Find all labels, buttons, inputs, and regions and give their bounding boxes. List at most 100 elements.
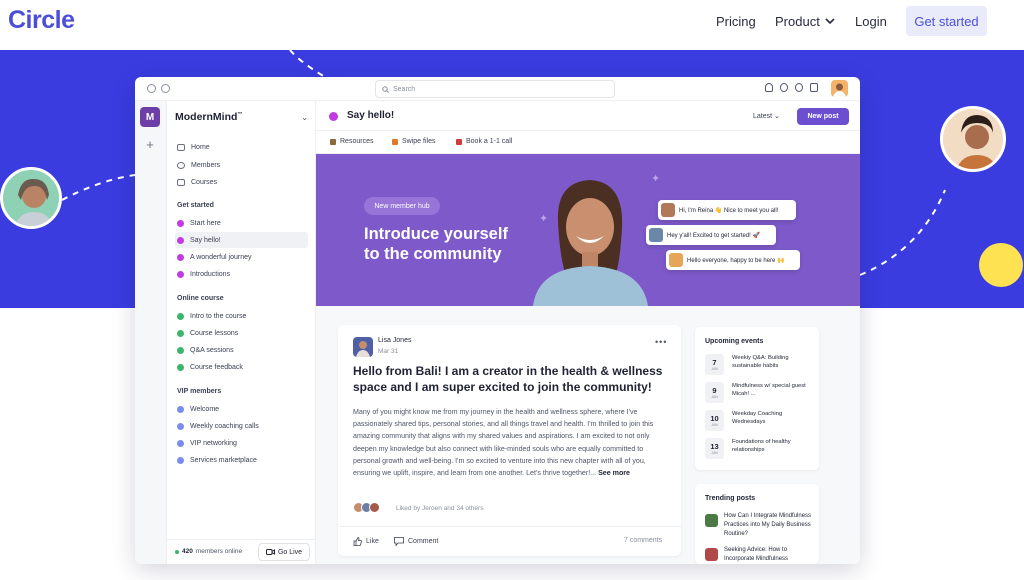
sidebar-item-home[interactable]: Home [175, 139, 308, 155]
community-rail: M + [135, 101, 167, 564]
event-item[interactable]: 7 JAN Weekly Q&A: Building sustainable h… [705, 354, 815, 376]
author-avatar[interactable] [353, 337, 373, 357]
trademark-mark: ™ [237, 111, 243, 118]
sidebar-item-services-marketplace[interactable]: Services marketplace [175, 452, 308, 468]
chat-icon[interactable] [780, 83, 788, 92]
chat-text: Hello everyone, happy to be here 🙌 [687, 257, 785, 264]
sidebar-item-label: Course feedback [190, 363, 243, 371]
sidebar-item-courses[interactable]: Courses [175, 174, 308, 190]
online-label: members online [195, 548, 243, 555]
event-day: 13 [710, 441, 719, 451]
post-actions: Like Comment 7 comments [338, 526, 681, 556]
chat-bubble: Hi, I'm Reina 👋 Nice to meet you all! [658, 200, 796, 220]
trending-posts-widget: Trending posts How Can I Integrate Mindf… [695, 484, 819, 564]
yellow-circle-decoration [979, 243, 1023, 287]
sidebar-item-course-lessons[interactable]: Course lessons [175, 325, 308, 341]
post-card: Lisa Jones Mar 31 ••• Hello from Bali! I… [338, 325, 681, 556]
sidebar-item-label: A wonderful journey [190, 253, 252, 261]
community-header[interactable]: ModernMind™ ⌄ [175, 111, 308, 123]
post-author[interactable]: Lisa Jones [378, 337, 411, 344]
go-live-button[interactable]: Go Live [258, 543, 310, 561]
back-icon[interactable] [147, 84, 156, 93]
post-date: Mar 31 [378, 348, 399, 355]
bookmark-icon[interactable] [810, 83, 818, 92]
circle-logo[interactable]: Circle [8, 6, 75, 35]
comments-count[interactable]: 7 comments [624, 537, 662, 544]
more-options-icon[interactable]: ••• [655, 337, 667, 347]
chat-avatar [669, 253, 683, 267]
get-started-button[interactable]: Get started [906, 6, 987, 36]
like-button[interactable]: Like [353, 537, 379, 546]
sidebar-item-say-hello[interactable]: Say hello! [175, 232, 308, 248]
space-dot-icon [177, 270, 184, 278]
liked-by-text[interactable]: Liked by Jeroen and 34 others [396, 505, 483, 512]
sidebar-item-wonderful-journey[interactable]: A wonderful journey [175, 249, 308, 265]
link-book-call[interactable]: Book a 1-1 call [456, 138, 512, 145]
sidebar-item-label: Services marketplace [190, 456, 257, 464]
user-avatar[interactable] [831, 80, 848, 97]
sidebar-item-vip-networking[interactable]: VIP networking [175, 435, 308, 451]
community-switcher-button[interactable]: M [140, 107, 160, 127]
banner-title-line-1: Introduce yourself [364, 225, 508, 243]
sidebar-item-label: Welcome [190, 405, 220, 413]
sidebar-item-welcome[interactable]: Welcome [175, 401, 308, 417]
space-dot-icon [177, 236, 184, 244]
sidebar-item-weekly-coaching[interactable]: Weekly coaching calls [175, 418, 308, 434]
member-avatar-left [0, 167, 62, 229]
history-icon[interactable] [161, 84, 170, 93]
event-month: JAN [711, 394, 718, 399]
event-date: 9 JAN [705, 382, 724, 403]
event-title: Weekday Coaching Wednesdays [732, 411, 783, 425]
sidebar-item-introductions[interactable]: Introductions [175, 266, 308, 282]
sidebar-item-intro-course[interactable]: Intro to the course [175, 308, 308, 324]
space-dot-icon [177, 456, 184, 464]
sidebar-item-members[interactable]: Members [175, 157, 308, 173]
nav-login-link[interactable]: Login [855, 14, 887, 29]
nav-product-menu[interactable]: Product [775, 14, 835, 29]
trending-title: How Can I Integrate Mindfulness Practice… [724, 513, 812, 537]
search-input[interactable]: Search [375, 80, 615, 98]
link-resources[interactable]: Resources [330, 138, 373, 145]
space-dot-icon [177, 439, 184, 447]
post-title[interactable]: Hello from Bali! I am a creator in the h… [353, 364, 668, 395]
page: Circle Pricing Product Login Get started… [0, 0, 1024, 580]
sidebar-item-qa-sessions[interactable]: Q&A sessions [175, 342, 308, 358]
section-get-started[interactable]: Get started [177, 202, 214, 209]
sidebar-item-label: Q&A sessions [190, 346, 234, 354]
section-online-course[interactable]: Online course [177, 295, 224, 302]
see-more-link[interactable]: See more [598, 469, 630, 477]
messages-icon[interactable] [795, 83, 803, 92]
likers-avatars[interactable] [353, 502, 380, 513]
sidebar-item-start-here[interactable]: Start here [175, 215, 308, 231]
trending-thumbnail [705, 514, 718, 527]
channel-title: Say hello! [347, 110, 395, 121]
event-item[interactable]: 9 JAN Mindfulness w/ special guest Micah… [705, 382, 815, 404]
go-live-label: Go Live [277, 548, 303, 556]
comment-icon [394, 537, 404, 546]
chat-avatar [661, 203, 675, 217]
space-dot-icon [329, 112, 338, 121]
channel-links: Resources Swipe files Book a 1-1 call [316, 131, 860, 154]
bell-icon[interactable] [765, 83, 773, 92]
nav-pricing-link[interactable]: Pricing [716, 14, 756, 29]
link-swipe-files[interactable]: Swipe files [392, 138, 435, 145]
section-vip-members[interactable]: VIP members [177, 388, 221, 395]
new-post-button[interactable]: New post [797, 108, 849, 125]
chevron-down-icon: ⌄ [774, 113, 780, 120]
community-name: ModernMind™ [175, 111, 242, 123]
link-label: Book a 1-1 call [466, 138, 513, 145]
sort-dropdown[interactable]: Latest ⌄ [753, 112, 780, 120]
comment-button[interactable]: Comment [394, 537, 438, 546]
sidebar-item-label: Intro to the course [190, 312, 247, 320]
add-community-button[interactable]: + [140, 134, 160, 154]
like-label: Like [366, 538, 379, 545]
trending-title: Seeking Advice: How to Incorporate Mindf… [724, 547, 789, 562]
event-item[interactable]: 13 JAN Foundations of healthy relationsh… [705, 438, 815, 460]
sidebar-item-course-feedback[interactable]: Course feedback [175, 359, 308, 375]
smiling-woman-image [533, 180, 648, 306]
event-title: Mindfulness w/ special guest Micah! ... [732, 383, 806, 397]
event-item[interactable]: 10 JAN Weekday Coaching Wednesdays [705, 410, 815, 432]
chat-text: Hi, I'm Reina 👋 Nice to meet you all! [679, 207, 779, 214]
sidebar-item-label: Home [191, 143, 210, 151]
site-header: Circle Pricing Product Login Get started [0, 0, 1024, 50]
